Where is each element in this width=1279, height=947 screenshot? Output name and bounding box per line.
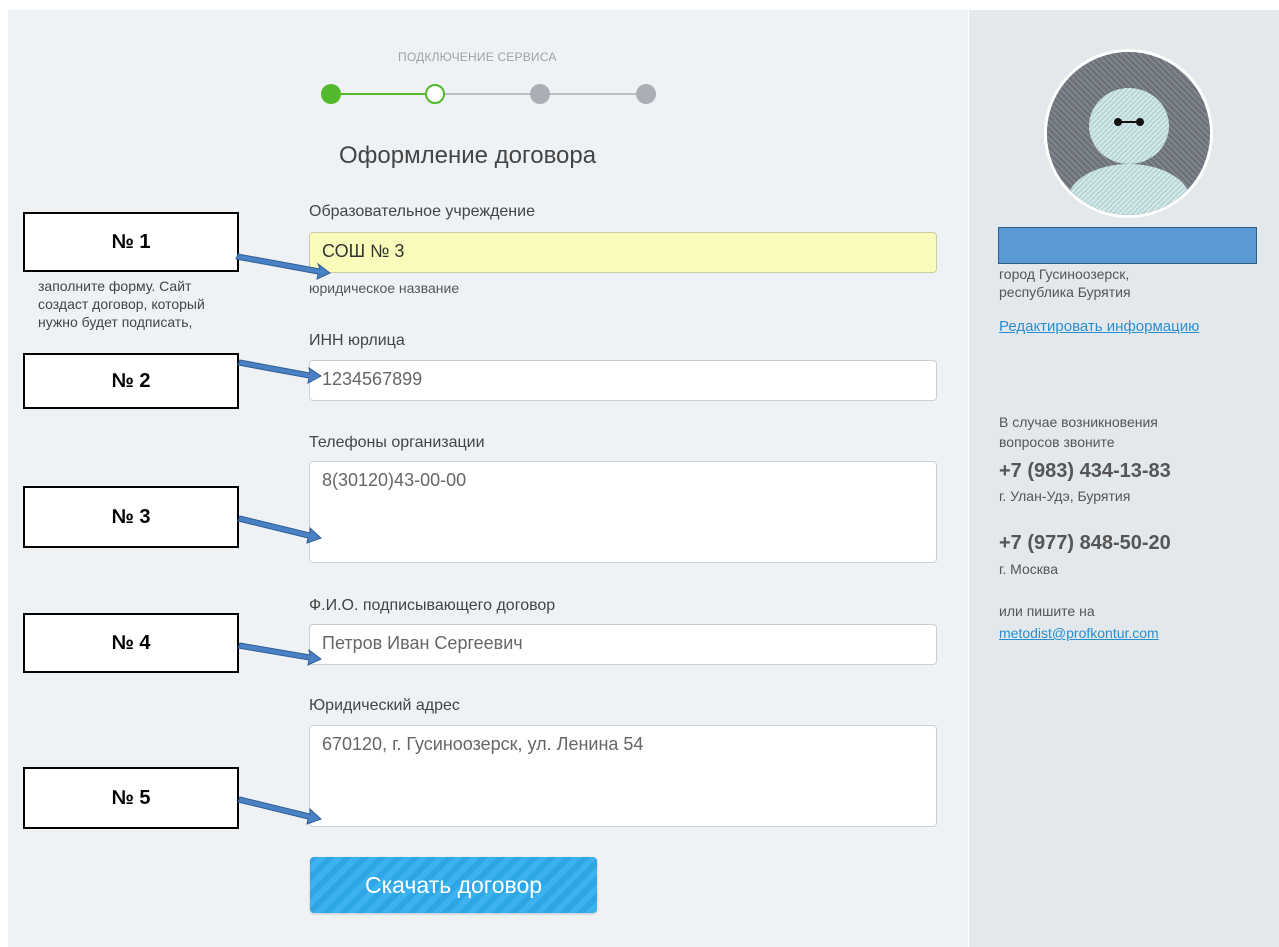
contact-intro-1: В случае возникновения xyxy=(999,414,1158,430)
arrow-5 xyxy=(237,796,322,825)
sidebar-city: город Гусиноозерск, xyxy=(999,266,1130,282)
phone-2-city: г. Москва xyxy=(999,561,1058,577)
arrow-2 xyxy=(237,359,322,384)
email-link[interactable]: metodist@profkontur.com xyxy=(999,625,1159,641)
arrow-4 xyxy=(237,642,322,666)
redacted-name xyxy=(998,227,1257,264)
sidebar-region: республика Бурятия xyxy=(999,284,1131,300)
avatar xyxy=(1047,52,1210,215)
avatar-image xyxy=(1047,52,1210,215)
phone-1: +7 (983) 434-13-83 xyxy=(999,460,1171,482)
arrow-1 xyxy=(235,253,331,280)
edit-info-link[interactable]: Редактировать информацию xyxy=(999,318,1199,335)
arrow-3 xyxy=(237,515,322,544)
phone-1-city: г. Улан-Удэ, Бурятия xyxy=(999,488,1131,504)
write-to-label: или пишите на xyxy=(999,603,1095,619)
phone-2: +7 (977) 848-50-20 xyxy=(999,532,1171,554)
contact-intro-2: вопросов звоните xyxy=(999,434,1115,450)
